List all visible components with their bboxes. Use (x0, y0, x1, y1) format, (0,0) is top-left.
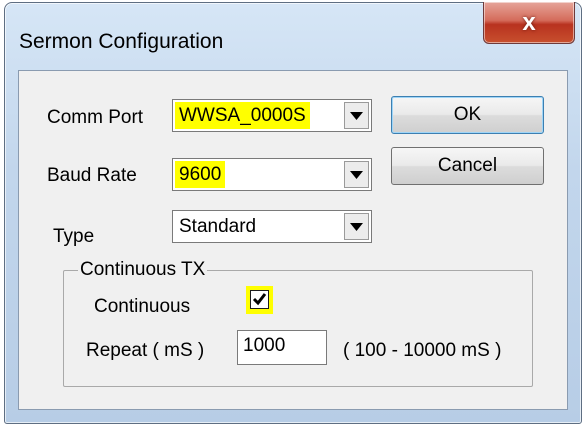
checkmark-icon (252, 293, 267, 306)
type-value: Standard (179, 216, 257, 237)
comm-port-select[interactable]: WWSA_0000S (172, 99, 372, 132)
type-select[interactable]: Standard (172, 210, 372, 243)
baud-rate-label: Baud Rate (47, 165, 137, 186)
continuous-label: Continuous (94, 296, 191, 317)
close-button[interactable]: x (483, 2, 575, 44)
type-label: Type (53, 226, 95, 247)
comm-port-value: WWSA_0000S (175, 102, 310, 129)
dropdown-arrow-icon[interactable] (344, 102, 369, 129)
cancel-button[interactable]: Cancel (391, 147, 544, 185)
group-legend: Continuous TX (78, 259, 208, 281)
repeat-input[interactable]: 1000 (237, 330, 327, 365)
baud-rate-select[interactable]: 9600 (172, 158, 372, 191)
baud-rate-value: 9600 (175, 161, 226, 188)
ok-button[interactable]: OK (391, 96, 544, 134)
continuous-checkbox[interactable] (250, 290, 269, 309)
repeat-label: Repeat ( mS ) (86, 340, 205, 361)
repeat-range-label: ( 100 - 10000 mS ) (343, 340, 502, 361)
dropdown-arrow-icon[interactable] (344, 161, 369, 188)
dropdown-arrow-icon[interactable] (344, 213, 369, 240)
close-icon: x (522, 8, 536, 36)
continuous-tx-group: Continuous TX (63, 259, 533, 387)
window-title: Sermon Configuration (19, 30, 224, 53)
repeat-value: 1000 (243, 335, 286, 356)
comm-port-label: Comm Port (47, 107, 144, 128)
